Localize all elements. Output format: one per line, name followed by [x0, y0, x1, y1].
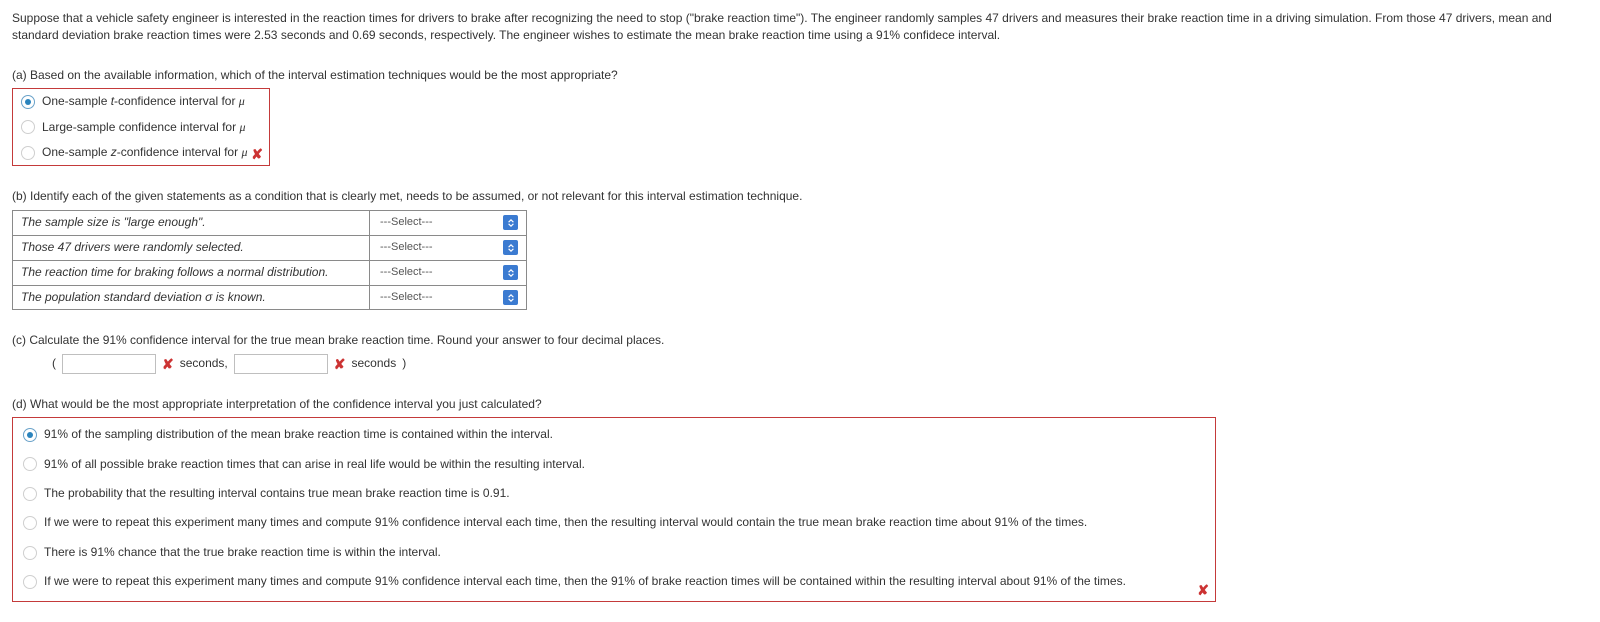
- radio-icon: [23, 546, 37, 560]
- radio-icon: [23, 457, 37, 471]
- part-d-option-4-label: If we were to repeat this experiment man…: [44, 514, 1087, 531]
- radio-icon: [23, 428, 37, 442]
- part-d-option-4[interactable]: If we were to repeat this experiment man…: [19, 508, 1209, 537]
- part-b: (b) Identify each of the given statement…: [12, 188, 1588, 310]
- paren-open: (: [52, 355, 56, 372]
- condition-select-cell: ---Select---: [370, 210, 527, 235]
- radio-icon: [23, 516, 37, 530]
- ci-lower-input[interactable]: [62, 354, 156, 374]
- part-d-option-3-label: The probability that the resulting inter…: [44, 485, 510, 502]
- part-d-option-3[interactable]: The probability that the resulting inter…: [19, 479, 1209, 508]
- condition-select-cell: ---Select---: [370, 235, 527, 260]
- chevron-updown-icon[interactable]: [503, 290, 518, 305]
- part-a-prompt: (a) Based on the available information, …: [12, 67, 1588, 84]
- part-d-options-box: 91% of the sampling distribution of the …: [12, 417, 1216, 601]
- question-intro: Suppose that a vehicle safety engineer i…: [12, 10, 1588, 45]
- select-placeholder[interactable]: ---Select---: [378, 239, 503, 257]
- part-d-prompt: (d) What would be the most appropriate i…: [12, 396, 1588, 413]
- radio-icon: [23, 487, 37, 501]
- ci-answer-line: ( ✘ seconds, ✘ seconds ): [52, 354, 1588, 374]
- part-d-option-2[interactable]: 91% of all possible brake reaction times…: [19, 450, 1209, 479]
- wrong-icon: ✘: [1197, 583, 1209, 597]
- select-placeholder[interactable]: ---Select---: [378, 264, 503, 282]
- table-row: The sample size is "large enough". ---Se…: [13, 210, 527, 235]
- ci-unit-comma: seconds,: [180, 355, 228, 372]
- part-d-option-6[interactable]: If we were to repeat this experiment man…: [19, 567, 1209, 596]
- radio-icon: [21, 120, 35, 134]
- part-d-option-1[interactable]: 91% of the sampling distribution of the …: [19, 420, 1209, 449]
- condition-statement: The sample size is "large enough".: [13, 210, 370, 235]
- wrong-icon: ✘: [251, 147, 263, 161]
- wrong-icon: ✘: [162, 357, 174, 371]
- part-a-option-1-label: One-sample t-confidence interval for μ: [42, 93, 245, 110]
- table-row: The population standard deviation σ is k…: [13, 285, 527, 310]
- part-d-option-1-label: 91% of the sampling distribution of the …: [44, 426, 553, 443]
- paren-close: ): [402, 355, 406, 372]
- part-d-option-5[interactable]: There is 91% chance that the true brake …: [19, 538, 1209, 567]
- conditions-table: The sample size is "large enough". ---Se…: [12, 210, 527, 311]
- part-a-option-3[interactable]: One-sample z-confidence interval for μ: [13, 140, 269, 165]
- condition-select-cell: ---Select---: [370, 260, 527, 285]
- table-row: The reaction time for braking follows a …: [13, 260, 527, 285]
- radio-icon: [21, 95, 35, 109]
- ci-upper-input[interactable]: [234, 354, 328, 374]
- part-c-prompt: (c) Calculate the 91% confidence interva…: [12, 332, 1588, 349]
- wrong-icon: ✘: [334, 357, 346, 371]
- radio-icon: [21, 146, 35, 160]
- part-d: (d) What would be the most appropriate i…: [12, 396, 1588, 602]
- part-c: (c) Calculate the 91% confidence interva…: [12, 332, 1588, 373]
- condition-statement: The reaction time for braking follows a …: [13, 260, 370, 285]
- part-d-option-2-label: 91% of all possible brake reaction times…: [44, 456, 585, 473]
- ci-unit-end: seconds: [352, 355, 397, 372]
- chevron-updown-icon[interactable]: [503, 240, 518, 255]
- part-a-option-3-label: One-sample z-confidence interval for μ: [42, 144, 247, 161]
- part-d-option-5-label: There is 91% chance that the true brake …: [44, 544, 441, 561]
- chevron-updown-icon[interactable]: [503, 215, 518, 230]
- part-a: (a) Based on the available information, …: [12, 67, 1588, 167]
- part-a-option-2-label: Large-sample confidence interval for μ: [42, 119, 245, 136]
- radio-icon: [23, 575, 37, 589]
- condition-statement: The population standard deviation σ is k…: [13, 285, 370, 310]
- select-placeholder[interactable]: ---Select---: [378, 289, 503, 307]
- part-a-options-box: One-sample t-confidence interval for μ L…: [12, 88, 270, 166]
- chevron-updown-icon[interactable]: [503, 265, 518, 280]
- condition-select-cell: ---Select---: [370, 285, 527, 310]
- part-b-prompt: (b) Identify each of the given statement…: [12, 188, 1588, 205]
- condition-statement: Those 47 drivers were randomly selected.: [13, 235, 370, 260]
- part-a-option-1[interactable]: One-sample t-confidence interval for μ: [13, 89, 269, 114]
- part-d-option-6-label: If we were to repeat this experiment man…: [44, 573, 1126, 590]
- part-a-option-2[interactable]: Large-sample confidence interval for μ: [13, 115, 269, 140]
- table-row: Those 47 drivers were randomly selected.…: [13, 235, 527, 260]
- select-placeholder[interactable]: ---Select---: [378, 214, 503, 232]
